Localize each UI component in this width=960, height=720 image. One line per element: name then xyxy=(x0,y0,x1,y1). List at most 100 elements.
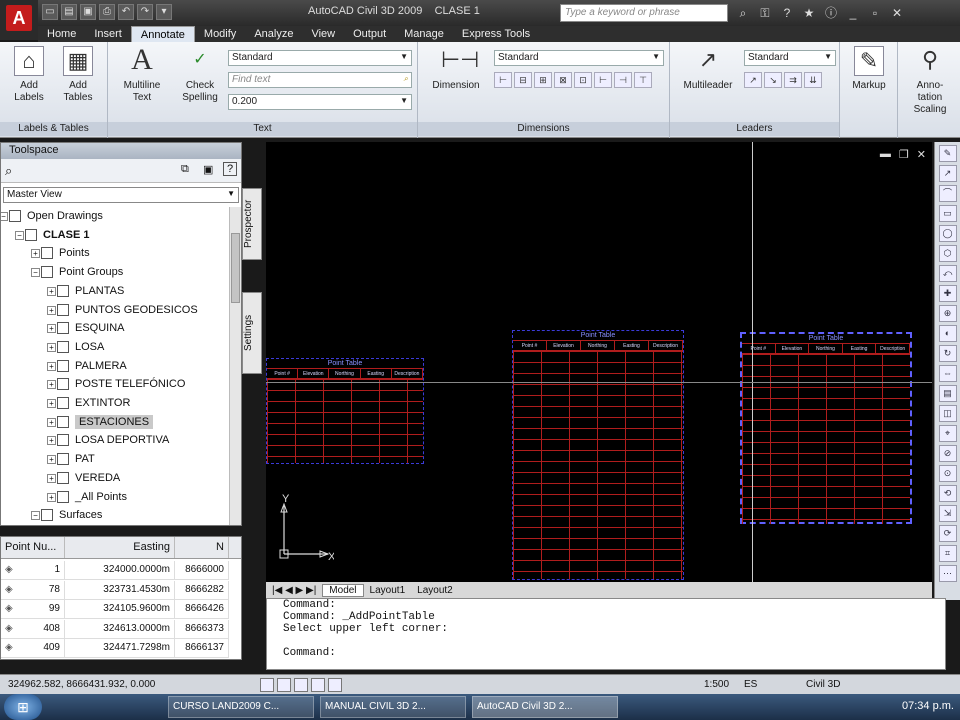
tool-icon[interactable]: ✚ xyxy=(938,285,957,302)
tree-node[interactable]: + PALMERA xyxy=(47,357,127,376)
tool-icon[interactable]: ◐ xyxy=(938,325,957,342)
view-select[interactable]: Master View ▼ xyxy=(3,187,239,203)
tool-icon[interactable]: ⊙ xyxy=(938,465,957,482)
expand-toggle-icon[interactable]: + xyxy=(47,380,56,390)
windows-start-icon[interactable]: ⊞ xyxy=(4,694,42,720)
search-icon[interactable]: ⌕ xyxy=(5,163,12,179)
table-row[interactable]: ◈ 78 323731.4530m 8666282 xyxy=(1,580,229,600)
expand-toggle-icon[interactable]: + xyxy=(47,492,56,502)
search-input[interactable]: Type a keyword or phrase xyxy=(560,4,728,22)
help-icon[interactable]: ? xyxy=(223,162,237,176)
column-header[interactable]: N xyxy=(175,537,229,558)
help-icon[interactable]: ? xyxy=(778,4,796,22)
tab-insert[interactable]: Insert xyxy=(85,26,131,42)
tree-node[interactable]: + ESQUINA xyxy=(47,319,125,338)
dim-tool-icon[interactable]: ⊢ xyxy=(594,72,612,88)
close-icon[interactable]: ✕ xyxy=(888,4,906,22)
ortho-toggle-icon[interactable] xyxy=(294,678,308,692)
tool-icon[interactable]: ▭ xyxy=(938,205,957,222)
annotation-scaling-button[interactable]: ⚲ Anno- tation Scaling xyxy=(904,46,956,116)
grid-toggle-icon[interactable] xyxy=(277,678,291,692)
tree-node[interactable]: − Open Drawings xyxy=(1,207,103,226)
toolspace-scrollbar[interactable] xyxy=(229,207,241,525)
tab-layout2[interactable]: Layout2 xyxy=(411,585,459,596)
tab-modify[interactable]: Modify xyxy=(195,26,245,42)
tool-icon[interactable]: ▤ xyxy=(938,385,957,402)
table-row[interactable]: ◈ 409 324471.7298m 8666137 xyxy=(1,639,229,658)
tab-model[interactable]: Model xyxy=(322,583,364,597)
leader-add-icon[interactable]: ↗ xyxy=(744,72,762,88)
scroll-thumb[interactable] xyxy=(231,233,240,303)
minimize-icon[interactable]: _ xyxy=(844,4,862,22)
column-header[interactable]: Point Nu... xyxy=(1,537,65,558)
add-tables-button[interactable]: ▦ Add Tables xyxy=(56,46,100,104)
find-text-input[interactable]: Find text ⌕ xyxy=(228,72,412,88)
leader-align-icon[interactable]: ⇉ xyxy=(784,72,802,88)
snap-toggle-icon[interactable] xyxy=(260,678,274,692)
tree-node[interactable]: + VEREDA xyxy=(47,469,120,488)
expand-toggle-icon[interactable]: + xyxy=(47,399,56,408)
add-labels-button[interactable]: ⌂ Add Labels xyxy=(8,46,50,104)
annotation-scale[interactable]: 1:500 xyxy=(704,679,729,690)
tool-icon[interactable]: ⌖ xyxy=(938,425,957,442)
dim-tool-icon[interactable]: ⊟ xyxy=(514,72,532,88)
new-icon[interactable]: ▭ xyxy=(42,4,58,20)
save-icon[interactable]: ▣ xyxy=(80,4,96,20)
tool-icon[interactable]: ↻ xyxy=(938,345,957,362)
multiline-text-button[interactable]: A Multiline Text xyxy=(114,45,170,104)
tool-icon[interactable]: ⊕ xyxy=(938,305,957,322)
tab-view[interactable]: View xyxy=(302,26,344,42)
taskbar-item[interactable]: CURSO LAND2009 C... xyxy=(168,696,314,718)
text-style-select[interactable]: Standard ▼ xyxy=(228,50,412,66)
polar-toggle-icon[interactable] xyxy=(311,678,325,692)
maximize-icon[interactable]: ▫ xyxy=(866,4,884,22)
markup-button[interactable]: ✎ Markup xyxy=(846,46,892,92)
open-icon[interactable]: ▤ xyxy=(61,4,77,20)
expand-toggle-icon[interactable]: − xyxy=(31,268,40,278)
minimize-icon[interactable]: ▬ xyxy=(880,148,891,161)
panel-title[interactable]: Dimensions xyxy=(418,122,669,136)
multileader-button[interactable]: ↗ Multileader xyxy=(676,46,740,92)
tool-icon[interactable]: ⤺ xyxy=(938,265,957,282)
tree-node[interactable]: − CLASE 1 xyxy=(15,226,89,245)
drawing-canvas[interactable]: ▬ ❐ ✕ Point Table Point # Elevation Northi… xyxy=(266,142,932,582)
tab-output[interactable]: Output xyxy=(344,26,395,42)
expand-toggle-icon[interactable]: + xyxy=(31,249,40,259)
table-row[interactable]: ◈ 1 324000.0000m 8666000 xyxy=(1,561,229,580)
panel-title[interactable]: Leaders xyxy=(670,122,839,136)
tree-node[interactable]: + ESTACIONES xyxy=(47,413,154,432)
dimension-button[interactable]: ⊢⊣ Dimension xyxy=(426,46,486,92)
tool-icon[interactable]: ⟲ xyxy=(938,485,957,502)
tool-icon[interactable]: ⟳ xyxy=(938,525,957,542)
tree-node[interactable]: + _All Points xyxy=(47,488,127,507)
expand-toggle-icon[interactable]: − xyxy=(15,230,24,240)
tool-icon[interactable]: ⋯ xyxy=(938,565,957,582)
tool-icon[interactable]: ◯ xyxy=(938,225,957,242)
expand-toggle-icon[interactable]: + xyxy=(47,417,56,427)
taskbar-item[interactable]: MANUAL CIVIL 3D 2... xyxy=(320,696,466,718)
tool-icon[interactable]: ⊘ xyxy=(938,445,957,462)
expand-toggle-icon[interactable]: + xyxy=(47,305,56,315)
tree-node[interactable]: − Point Groups xyxy=(31,263,123,282)
table-row[interactable]: ◈ 408 324613.0000m 8666373 xyxy=(1,619,229,639)
key-icon[interactable]: ⚿ xyxy=(756,4,774,22)
tab-layout1[interactable]: Layout1 xyxy=(364,585,412,596)
point-table-selected[interactable]: Point Table Point # Elevation Northing East… xyxy=(740,332,912,524)
check-spelling-button[interactable]: ✓ Check Spelling xyxy=(172,46,228,104)
dim-style-select[interactable]: Standard ▼ xyxy=(494,50,664,66)
table-row[interactable]: ◈ 99 324105.9600m 8666426 xyxy=(1,600,229,619)
text-height-select[interactable]: 0.200 ▼ xyxy=(228,94,412,110)
expand-toggle-icon[interactable]: + xyxy=(47,436,56,446)
tree-node[interactable]: + POSTE TELEFÓNICO xyxy=(47,375,185,394)
toolspace-option-icon[interactable]: ⧉ xyxy=(181,163,189,176)
tool-icon[interactable]: ⌗ xyxy=(938,545,957,562)
dim-tool-icon[interactable]: ⊞ xyxy=(534,72,552,88)
tree-node[interactable]: + PLANTAS xyxy=(47,282,124,301)
tool-icon[interactable]: ⇲ xyxy=(938,505,957,522)
info-icon[interactable]: ⓘ xyxy=(822,4,840,22)
expand-toggle-icon[interactable]: − xyxy=(1,212,8,221)
tool-icon[interactable]: ↗ xyxy=(938,165,957,182)
application-menu-button[interactable]: A xyxy=(0,0,38,40)
toolspace-option-icon[interactable]: ▣ xyxy=(203,163,213,176)
tab-analyze[interactable]: Analyze xyxy=(245,26,302,42)
